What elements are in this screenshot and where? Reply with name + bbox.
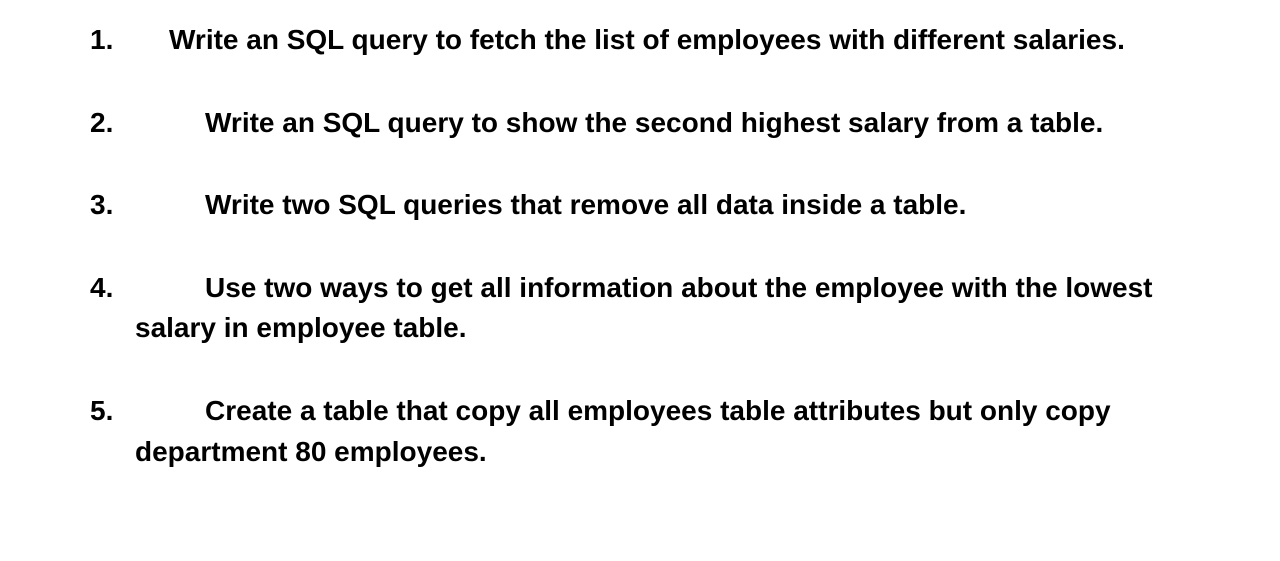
question-item: 5. Create a table that copy all employee…: [90, 391, 1190, 472]
question-item: 2. Write an SQL query to show the second…: [90, 103, 1190, 144]
question-item: 3. Write two SQL queries that remove all…: [90, 185, 1190, 226]
question-text: Create a table that copy all employees t…: [135, 391, 1190, 472]
question-number: 5.: [90, 391, 113, 432]
question-text: Write an SQL query to fetch the list of …: [135, 20, 1190, 61]
question-text: Use two ways to get all information abou…: [135, 268, 1190, 349]
question-item: 4. Use two ways to get all information a…: [90, 268, 1190, 349]
question-item: 1. Write an SQL query to fetch the list …: [90, 20, 1190, 61]
question-text: Write two SQL queries that remove all da…: [135, 185, 1190, 226]
question-number: 2.: [90, 103, 113, 144]
question-number: 4.: [90, 268, 113, 309]
question-text: Write an SQL query to show the second hi…: [135, 103, 1190, 144]
question-number: 1.: [90, 20, 113, 61]
question-list: 1. Write an SQL query to fetch the list …: [90, 20, 1190, 472]
question-number: 3.: [90, 185, 113, 226]
